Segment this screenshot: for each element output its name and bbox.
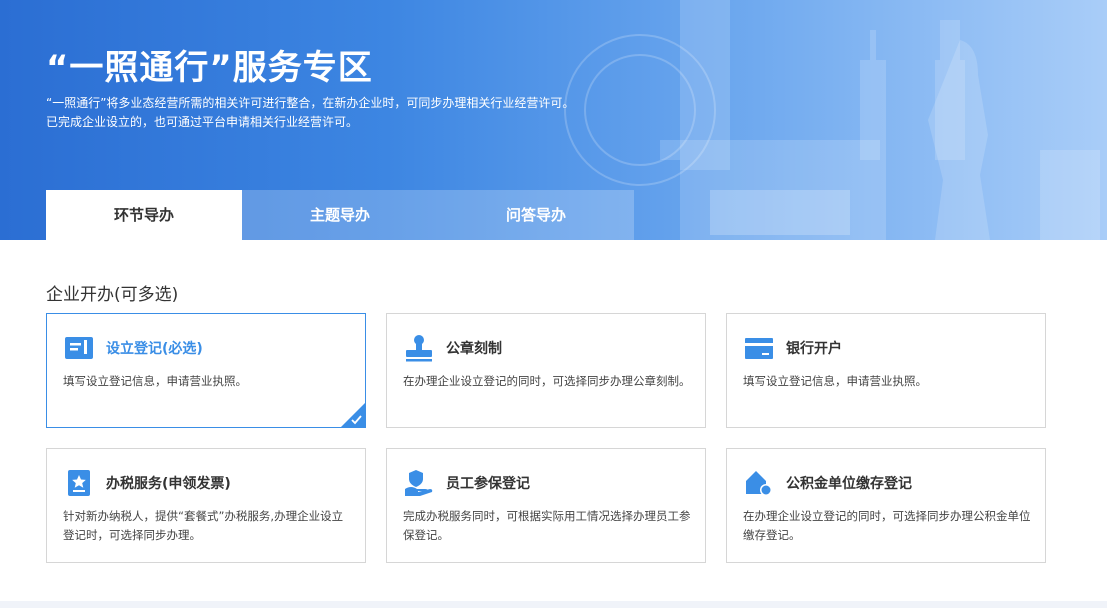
housing-fund-icon: [744, 469, 774, 497]
card-description: 填写设立登记信息，申请营业执照。: [743, 374, 927, 388]
seal-stamp-icon: [404, 334, 434, 362]
bottom-divider: [0, 601, 1107, 608]
tax-badge-icon: [64, 469, 94, 497]
tab-qa-guide[interactable]: 问答导办: [438, 190, 634, 240]
bank-card-icon: [744, 334, 774, 362]
card-description: 完成办税服务同时，可根据实际用工情况选择办理员工参保登记。: [403, 509, 691, 542]
card-housing-fund[interactable]: 公积金单位缴存登记 在办理企业设立登记的同时，可选择同步办理公积金单位缴存登记。: [726, 448, 1046, 563]
card-title: 公章刻制: [446, 341, 502, 357]
card-registration[interactable]: 设立登记(必选) 填写设立登记信息，申请营业执照。: [46, 313, 366, 428]
tab-theme-guide[interactable]: 主题导办: [242, 190, 438, 240]
card-description: 填写设立登记信息，申请营业执照。: [63, 374, 247, 388]
card-title: 设立登记(必选): [106, 341, 203, 357]
card-title: 员工参保登记: [446, 476, 530, 492]
card-description: 针对新办纳税人，提供“套餐式”办税服务,办理企业设立登记时，可选择同步办理。: [63, 509, 344, 542]
card-tax-service[interactable]: 办税服务(申领发票) 针对新办纳税人，提供“套餐式”办税服务,办理企业设立登记时…: [46, 448, 366, 563]
hero-description-line: “一照通行”将多业态经营所需的相关许可进行整合，在新办企业时，可同步办理相关行业…: [46, 96, 575, 110]
page-title: “一照通行”服务专区: [46, 48, 373, 88]
city-skyline-illustration: [564, 0, 1100, 240]
registration-form-icon: [64, 334, 94, 362]
guide-tabs: 环节导办 主题导办 问答导办: [46, 190, 634, 240]
card-description: 在办理企业设立登记的同时，可选择同步办理公积金单位缴存登记。: [743, 509, 1031, 542]
insurance-hand-icon: [404, 469, 434, 497]
card-title: 公积金单位缴存登记: [786, 476, 912, 492]
card-bank-account[interactable]: 银行开户 填写设立登记信息，申请营业执照。: [726, 313, 1046, 428]
hero-banner: “一照通行”服务专区 “一照通行”将多业态经营所需的相关许可进行整合，在新办企业…: [0, 0, 1107, 240]
card-description: 在办理企业设立登记的同时，可选择同步办理公章刻制。: [403, 374, 691, 388]
hero-description-line: 已完成企业设立的，也可通过平台申请相关行业经营许可。: [46, 115, 359, 129]
card-title: 办税服务(申领发票): [106, 476, 231, 492]
section-title: 企业开办(可多选): [46, 285, 179, 305]
tab-stage-guide[interactable]: 环节导办: [46, 190, 242, 240]
card-title: 银行开户: [786, 341, 842, 357]
selected-check-icon: [341, 403, 365, 427]
card-seal-engraving[interactable]: 公章刻制 在办理企业设立登记的同时，可选择同步办理公章刻制。: [386, 313, 706, 428]
hero-description: “一照通行”将多业态经营所需的相关许可进行整合，在新办企业时，可同步办理相关行业…: [46, 94, 574, 132]
card-employee-insurance[interactable]: 员工参保登记 完成办税服务同时，可根据实际用工情况选择办理员工参保登记。: [386, 448, 706, 563]
